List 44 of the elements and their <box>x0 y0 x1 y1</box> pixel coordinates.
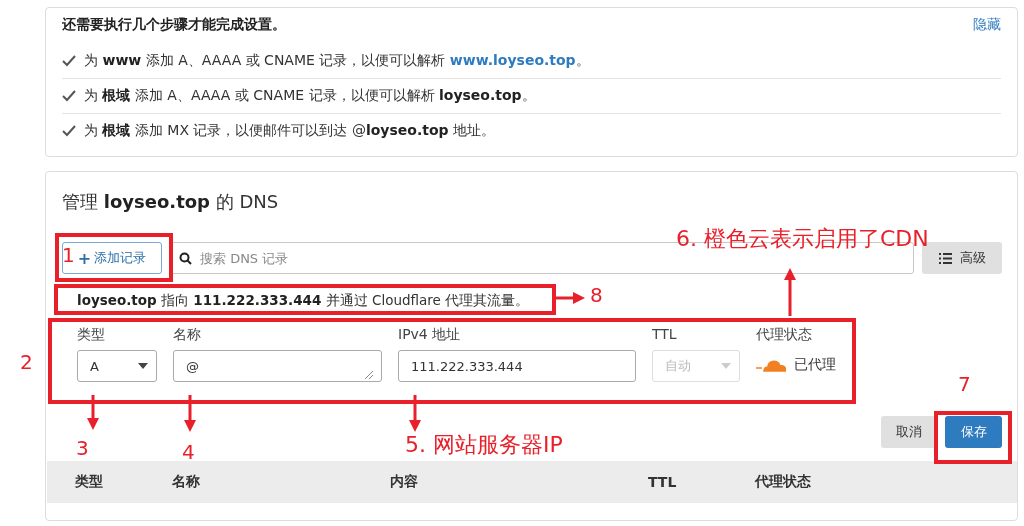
name-field[interactable]: @ <box>173 350 382 382</box>
setup-title: 还需要执行几个步骤才能完成设置。 <box>62 16 286 34</box>
hide-link[interactable]: 隐藏 <box>973 16 1001 34</box>
caret-icon <box>721 363 731 369</box>
annotation-arrow <box>784 268 796 316</box>
step-text: 为 根域 添加 A、AAAA 或 CNAME 记录，以便可以解析 loyseo.top。 <box>84 87 536 105</box>
caret-icon <box>138 363 148 369</box>
annotation-label: 7 <box>958 372 971 396</box>
proxy-info-text: loyseo.top 指向 111.222.333.444 并通过 Cloudflare 代理其流量。 <box>77 293 530 307</box>
check-icon <box>62 125 76 137</box>
column-header: 内容 <box>390 473 419 491</box>
select-field[interactable]: A <box>77 350 157 382</box>
dns-title: 管理 loyseo.top 的 DNS <box>61 190 280 214</box>
field-label: 代理状态 <box>756 326 813 344</box>
field-label: TTL <box>652 326 678 344</box>
search-icon <box>179 251 192 265</box>
proxy-status-text: 已代理 <box>794 356 836 374</box>
resize-handle-icon <box>365 371 373 379</box>
field-label: IPv4 地址 <box>398 326 462 344</box>
annotation-label: 1 <box>62 243 75 267</box>
domain-link[interactable]: www.loyseo.top <box>449 52 576 68</box>
column-header: 类型 <box>75 473 104 491</box>
annotation-arrow <box>409 395 421 432</box>
field-label: 类型 <box>77 326 106 344</box>
annotation-label: 3 <box>76 436 89 460</box>
annotation-label: 2 <box>20 350 33 374</box>
save-button[interactable]: 保存 <box>945 416 1002 448</box>
column-header: TTL <box>648 474 678 490</box>
check-icon <box>62 90 76 102</box>
annotation-arrow <box>184 395 196 432</box>
field-label: 名称 <box>173 326 202 344</box>
cloud-icon[interactable] <box>756 358 786 372</box>
column-header: 代理状态 <box>755 473 812 491</box>
list-icon <box>938 252 952 264</box>
ip-address-field[interactable]: 111.222.333.444 <box>398 350 636 382</box>
annotation-label: 4 <box>182 440 195 464</box>
annotation-arrow <box>87 395 99 430</box>
cancel-button[interactable]: 取消 <box>881 416 937 448</box>
step-text: 为 www 添加 A、AAAA 或 CNAME 记录，以便可以解析 www.loyseo.top。 <box>84 52 590 70</box>
annotation-label: 8 <box>590 283 603 307</box>
annotation-label: 5. 网站服务器IP <box>405 431 563 459</box>
column-header: 名称 <box>172 473 201 491</box>
check-icon <box>62 55 76 67</box>
step-text: 为 根域 添加 MX 记录，以便邮件可以到达 @loyseo.top 地址。 <box>84 122 496 140</box>
